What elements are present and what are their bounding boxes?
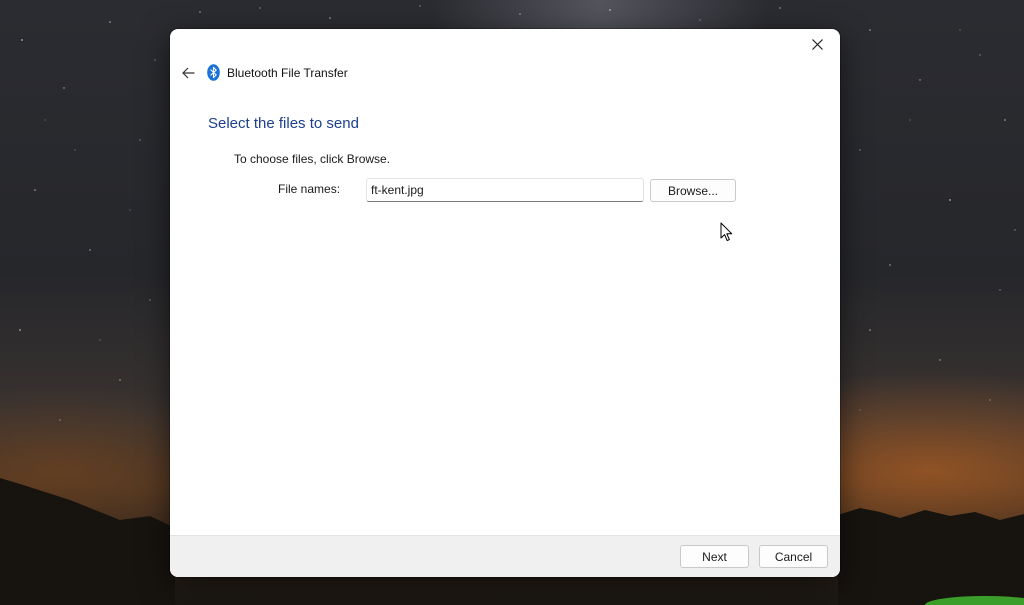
next-button[interactable]: Next xyxy=(680,545,749,568)
mouse-pointer-icon xyxy=(720,222,733,242)
dialog-footer: Next Cancel xyxy=(170,535,840,577)
page-heading: Select the files to send xyxy=(208,115,359,132)
window-title: Bluetooth File Transfer xyxy=(227,66,348,80)
bluetooth-icon xyxy=(207,64,220,81)
browse-button[interactable]: Browse... xyxy=(650,179,736,202)
file-names-input[interactable] xyxy=(366,178,644,202)
dialog-header: Bluetooth File Transfer xyxy=(170,61,840,85)
file-names-label: File names: xyxy=(278,182,341,196)
back-button[interactable] xyxy=(176,61,200,85)
bluetooth-transfer-dialog: Bluetooth File Transfer Select the files… xyxy=(170,29,840,577)
cancel-button[interactable]: Cancel xyxy=(759,545,828,568)
close-icon xyxy=(811,38,823,50)
instruction-text: To choose files, click Browse. xyxy=(234,152,391,166)
back-arrow-icon xyxy=(181,67,194,79)
close-button[interactable] xyxy=(794,29,840,59)
